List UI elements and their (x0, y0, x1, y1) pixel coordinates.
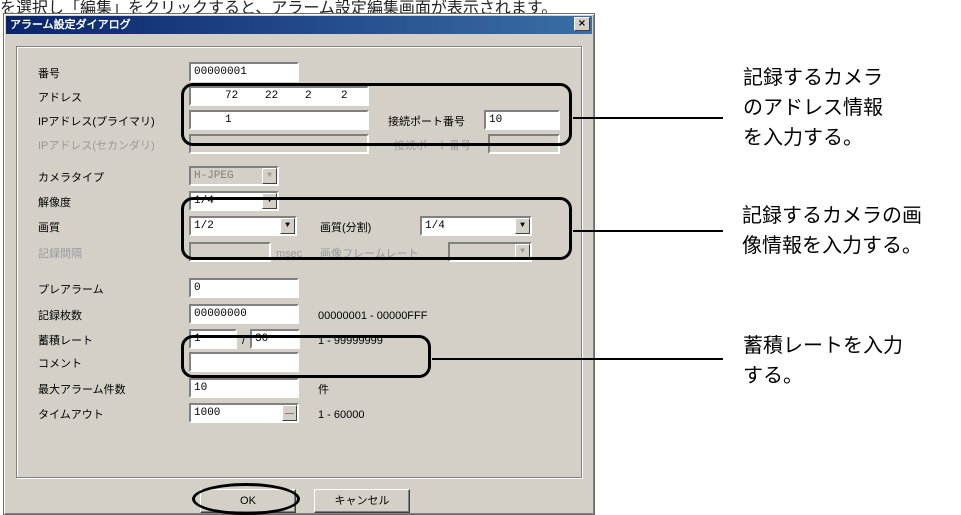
rate-label: 蓄積レート (38, 335, 93, 347)
resolution-label: 解像度 (38, 197, 71, 209)
number-field[interactable]: 00000001 (189, 62, 299, 82)
quality-label: 画質 (38, 222, 60, 234)
rate-denominator-field[interactable]: 30 (250, 329, 300, 349)
camera-type-select[interactable]: H-JPEG ▼ (189, 166, 279, 186)
alarm-settings-dialog: アラーム設定ダイアログ × 番号 00000001 アドレス 72 22 2 2… (3, 13, 595, 515)
rate-note: 蓄積レートを入力 する。 (743, 330, 903, 390)
resolution-select[interactable]: 1/4 ▼ (189, 191, 279, 211)
address-field[interactable]: 72 22 2 2 (189, 86, 369, 106)
max-alarm-field[interactable]: 10 (189, 378, 299, 398)
image-note: 記録するカメラの画 像情報を入力する。 (742, 200, 922, 260)
timeout-value: 1000 (194, 407, 221, 419)
address-octet-4: 2 (341, 90, 348, 102)
address-note-line-2: のアドレス情報 (743, 95, 883, 119)
quality-second-select[interactable]: 1/4 ▼ (420, 216, 532, 236)
cancel-button[interactable]: キャンセル (314, 489, 410, 513)
quality-select[interactable]: 1/2 ▼ (189, 216, 297, 236)
primary-ip-field[interactable]: 1 (189, 110, 369, 130)
number-label: 番号 (38, 68, 60, 80)
interval-label: 記録間隔 (38, 248, 82, 260)
rate-leader-line (432, 358, 723, 360)
spinner-icon[interactable] (282, 405, 297, 421)
chevron-down-icon: ▼ (280, 218, 295, 234)
address-octet-3: 2 (305, 90, 312, 102)
interval-second-label: 画像フレームレート (320, 248, 419, 260)
quality-value: 1/2 (194, 220, 214, 232)
primary-port-label: 接続ポート番号 (388, 116, 465, 128)
timeout-range: 1 - 60000 (318, 409, 365, 421)
camera-type-value: H-JPEG (194, 170, 234, 182)
secondary-port-field[interactable] (488, 134, 560, 154)
resolution-value: 1/4 (194, 195, 214, 207)
chevron-down-icon: ▼ (515, 218, 530, 234)
quality-second-label: 画質(分割) (320, 222, 372, 234)
rate-note-line-2: する。 (743, 363, 803, 387)
address-octet-2: 22 (265, 90, 279, 102)
address-label: アドレス (38, 92, 82, 104)
address-note-line-1: 記録するカメラ (743, 65, 883, 89)
rate-range: 1 - 99999999 (318, 335, 383, 347)
pre-alarm-label: プレアラーム (38, 284, 104, 296)
close-button[interactable]: × (574, 17, 590, 31)
timeout-label: タイムアウト (38, 409, 104, 421)
record-count-label: 記録枚数 (38, 310, 82, 322)
comment-field[interactable] (189, 352, 299, 372)
image-note-line-2: 像情報を入力する。 (742, 233, 922, 257)
record-count-field[interactable]: 00000000 (189, 304, 299, 324)
interval-field[interactable] (189, 242, 271, 262)
address-note: 記録するカメラ のアドレス情報 を入力する。 (743, 62, 883, 152)
chevron-down-icon: ▼ (262, 193, 277, 209)
top-caption: を選択し「編集」をクリックすると、アラーム設定編集画面が表示されます。 (0, 0, 558, 14)
pre-alarm-field[interactable]: 0 (189, 278, 299, 298)
chevron-down-icon: ▼ (515, 244, 530, 260)
secondary-port-label: 接続ポート番号 (394, 140, 471, 152)
comment-label: コメント (38, 358, 82, 370)
address-octet-1: 72 (225, 90, 239, 102)
primary-ip-label: IPアドレス(プライマリ) (38, 116, 155, 128)
camera-type-label: カメラタイプ (38, 172, 104, 184)
secondary-ip-label: IPアドレス(セカンダリ) (38, 140, 155, 152)
primary-ip-value: 1 (225, 114, 232, 126)
primary-port-field[interactable]: 10 (484, 110, 560, 130)
interval-second-select[interactable]: ▼ (448, 242, 532, 262)
dialog-titlebar: アラーム設定ダイアログ (6, 16, 592, 34)
quality-second-value: 1/4 (425, 220, 445, 232)
address-leader-line (573, 117, 723, 119)
image-note-line-1: 記録するカメラの画 (742, 203, 922, 227)
dialog-title: アラーム設定ダイアログ (10, 19, 131, 31)
secondary-ip-field[interactable] (189, 134, 369, 154)
chevron-down-icon: ▼ (262, 168, 277, 184)
record-count-range: 00000001 - 00000FFF (318, 310, 428, 322)
max-alarm-label: 最大アラーム件数 (38, 384, 126, 396)
timeout-field[interactable]: 1000 (189, 403, 299, 423)
rate-note-line-1: 蓄積レートを入力 (743, 333, 903, 357)
address-note-line-3: を入力する。 (743, 125, 863, 149)
interval-unit: msec (276, 248, 303, 260)
rate-numerator-field[interactable]: 1 (189, 329, 237, 349)
max-alarm-unit: 件 (318, 384, 329, 396)
rate-separator: / (242, 335, 246, 347)
ok-button[interactable]: OK (200, 489, 296, 513)
image-leader-line (573, 230, 723, 232)
